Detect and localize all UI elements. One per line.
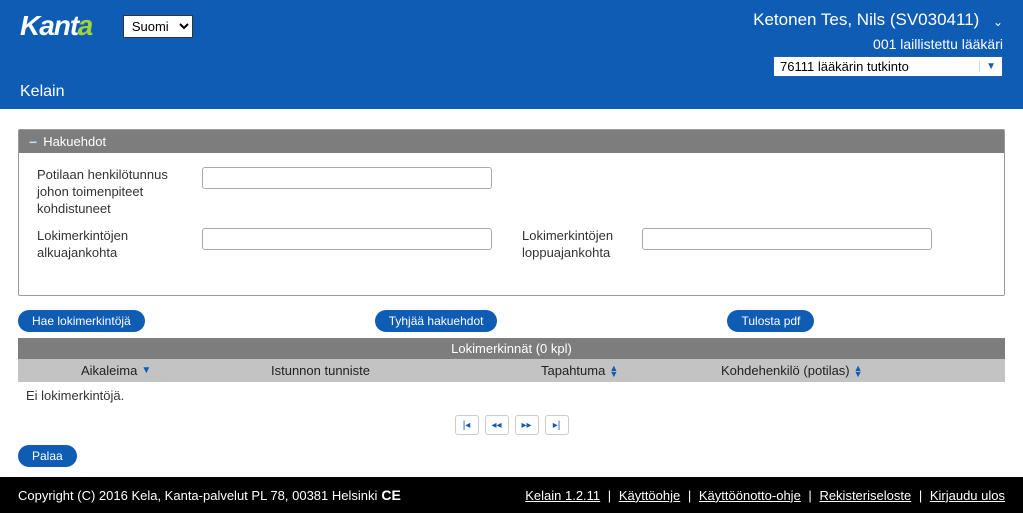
column-session[interactable]: Istunnon tunniste [263,359,533,382]
search-button[interactable]: Hae lokimerkintöjä [18,310,145,332]
guide-link[interactable]: Käyttöohje [619,488,680,503]
app-header: Kanta Suomi Ketonen Tes, Nils (SV030411)… [0,0,1023,109]
clear-button[interactable]: Tyhjää hakuehdot [375,310,498,332]
copyright: Copyright (C) 2016 Kela, Kanta-palvelut … [18,488,377,503]
footer: Copyright (C) 2016 Kela, Kanta-palvelut … [0,477,1023,513]
panel-title: Hakuehdot [43,134,106,149]
column-target[interactable]: Kohdehenkilö (potilas) ▲▼ [713,359,963,382]
setup-link[interactable]: Käyttöönotto-ohje [699,488,801,503]
table-header: Aikaleima ▼ Istunnon tunniste Tapahtuma … [18,359,1005,382]
empty-message: Ei lokimerkintöjä. [18,382,1005,409]
language-select[interactable]: Suomi [123,15,193,38]
sort-desc-icon: ▼ [141,365,151,376]
logo: Kanta [20,10,93,42]
pager: |◂ ◂◂ ▸▸ ▸| [18,415,1005,435]
logout-link[interactable]: Kirjaudu ulos [930,488,1005,503]
chevron-down-icon[interactable]: ⌄ [993,15,1003,29]
sort-icon: ▲▼ [854,365,863,378]
patient-id-input[interactable] [202,167,492,189]
user-name: Ketonen Tes, Nils (SV030411) [753,10,979,30]
column-event[interactable]: Tapahtuma ▲▼ [533,359,713,382]
user-role: 001 laillistettu lääkäri [753,36,1003,52]
search-panel: − Hakuehdot Potilaan henkilötunnus johon… [18,129,1005,296]
ce-mark: CE [381,487,400,503]
pager-prev-icon[interactable]: ◂◂ [485,415,509,435]
register-link[interactable]: Rekisteriseloste [819,488,911,503]
end-time-label: Lokimerkintöjen loppuajankohta [522,228,632,262]
back-button[interactable]: Palaa [18,445,77,467]
collapse-icon: − [29,135,37,149]
user-block: Ketonen Tes, Nils (SV030411) ⌄ 001 laill… [753,10,1003,77]
patient-id-label: Potilaan henkilötunnus johon toimenpitee… [37,167,192,218]
app-subtitle: Kelain [20,83,1003,101]
pager-first-icon[interactable]: |◂ [455,415,479,435]
table-title: Lokimerkinnät (0 kpl) [18,338,1005,359]
panel-header[interactable]: − Hakuehdot [19,130,1004,153]
version-link[interactable]: Kelain 1.2.11 [525,488,600,503]
column-timestamp[interactable]: Aikaleima ▼ [73,359,263,382]
print-button[interactable]: Tulosta pdf [727,310,814,332]
start-time-input[interactable] [202,228,492,250]
start-time-label: Lokimerkintöjen alkuajankohta [37,228,192,262]
chevron-down-icon: ▼ [979,61,996,72]
pager-last-icon[interactable]: ▸| [545,415,569,435]
sort-icon: ▲▼ [609,365,618,378]
qualification-select[interactable]: 76111 lääkärin tutkinto ▼ [773,56,1003,77]
footer-links: Kelain 1.2.11 | Käyttöohje | Käyttöönott… [525,488,1005,503]
end-time-input[interactable] [642,228,932,250]
pager-next-icon[interactable]: ▸▸ [515,415,539,435]
